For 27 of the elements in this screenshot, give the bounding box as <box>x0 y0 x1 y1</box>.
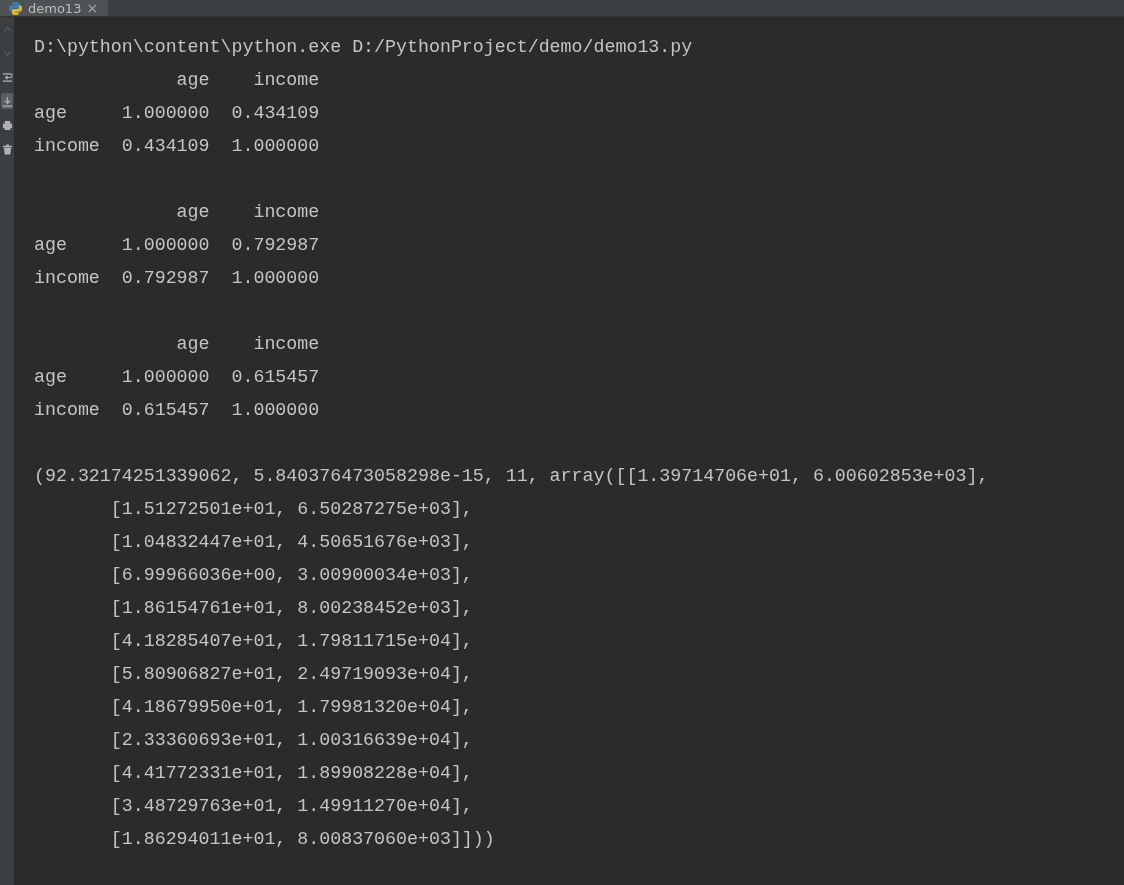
console-line: income 0.615457 1.000000 <box>34 399 321 422</box>
console-line: [5.80906827e+01, 2.49719093e+04], <box>109 663 474 686</box>
console-line: [3.48729763e+01, 1.49911270e+04], <box>109 795 474 818</box>
console-line: age income <box>175 69 321 92</box>
console-line: [1.51272501e+01, 6.50287275e+03], <box>109 498 474 521</box>
console-line: [1.04832447e+01, 4.50651676e+03], <box>109 531 474 554</box>
console-line: income 0.434109 1.000000 <box>34 135 321 158</box>
console-line: D:\python\content\python.exe D:/PythonProject/demo/demo13.py <box>34 36 694 59</box>
console-line: [6.99966036e+00, 3.00900034e+03], <box>109 564 474 587</box>
console-line: [2.33360693e+01, 1.00316639e+04], <box>109 729 474 752</box>
python-logo-icon <box>8 0 23 16</box>
console-line: age 1.000000 0.615457 <box>34 366 321 389</box>
console-line: age 1.000000 0.792987 <box>34 234 321 257</box>
console-line: age income <box>175 333 321 356</box>
console-line: age income <box>175 201 321 224</box>
scroll-to-end-icon[interactable] <box>1 93 13 109</box>
trash-icon[interactable] <box>1 141 13 157</box>
editor-tab[interactable]: demo13 × <box>0 0 109 16</box>
close-icon[interactable]: × <box>86 0 99 16</box>
console-line: [4.18679950e+01, 1.79981320e+04], <box>109 696 474 719</box>
console-line: (92.32174251339062, 5.840376473058298e-15, 11, array([[1.39714706e+01, 6.00602853e+03], <box>34 465 989 488</box>
console-line: income 0.792987 1.000000 <box>34 267 321 290</box>
console-line: [4.41772331e+01, 1.89908228e+04], <box>109 762 474 785</box>
console-line: [1.86154761e+01, 8.00238452e+03], <box>109 597 474 620</box>
console-line: [4.18285407e+01, 1.79811715e+04], <box>109 630 474 653</box>
console-line: [1.86294011e+01, 8.00837060e+03]])) <box>109 828 496 851</box>
console-line: age 1.000000 0.434109 <box>34 102 321 125</box>
